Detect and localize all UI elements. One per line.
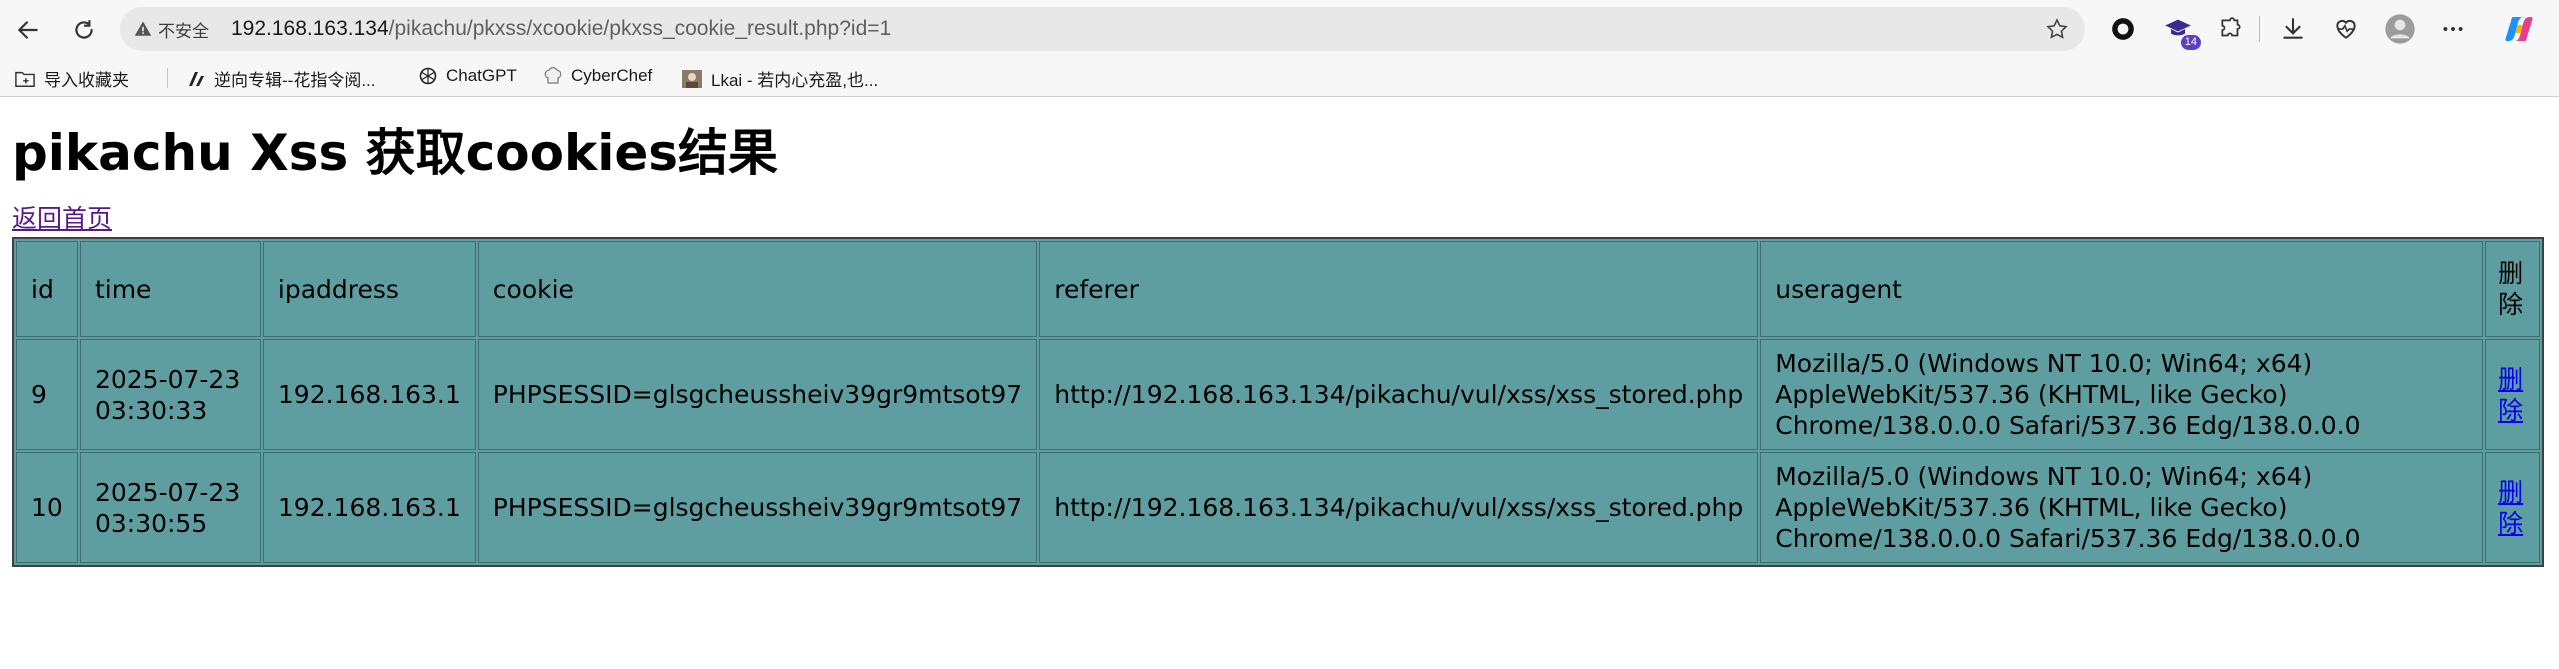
puzzle-icon bbox=[2221, 17, 2241, 37]
folder-import-icon bbox=[14, 69, 36, 89]
site-favicon-icon bbox=[186, 69, 206, 89]
back-button[interactable] bbox=[10, 12, 46, 48]
cell-ipaddress: 192.168.163.1 bbox=[262, 339, 476, 450]
extension-circle-button[interactable] bbox=[2106, 12, 2140, 46]
browser-toolbar: 不安全 192.168.163.134/pikachu/pkxss/xcooki… bbox=[0, 0, 2559, 58]
cell-time: 2025-07-23 03:30:33 bbox=[79, 339, 261, 450]
security-label: 不安全 bbox=[158, 21, 209, 42]
bookmark-label: 导入收藏夹 bbox=[44, 71, 129, 90]
bookmark-reverse-album[interactable]: 逆向专辑--花指令阅... bbox=[186, 66, 376, 91]
header-useragent: useragent bbox=[1760, 241, 2484, 337]
header-cookie: cookie bbox=[477, 241, 1038, 337]
copilot-icon bbox=[2505, 17, 2533, 41]
refresh-button[interactable] bbox=[66, 12, 102, 48]
bookmarks-bar: 导入收藏夹 逆向专辑--花指令阅... ChatGPT CyberChef Lk… bbox=[0, 58, 2559, 97]
more-menu-button[interactable] bbox=[2436, 12, 2470, 46]
cell-useragent: Mozilla/5.0 (Windows NT 10.0; Win64; x64… bbox=[1760, 452, 2484, 563]
cell-useragent: Mozilla/5.0 (Windows NT 10.0; Win64; x64… bbox=[1760, 339, 2484, 450]
cell-referer: http://192.168.163.134/pikachu/vul/xss/x… bbox=[1039, 452, 1759, 563]
table-header-row: id time ipaddress cookie referer userage… bbox=[16, 241, 2540, 337]
home-link[interactable]: 返回首页 bbox=[12, 199, 2559, 235]
cell-cookie: PHPSESSID=glsgcheussheiv39gr9mtsot97 bbox=[477, 339, 1038, 450]
header-delete: 删除 bbox=[2485, 241, 2540, 337]
star-icon bbox=[2046, 18, 2068, 39]
bookmark-import[interactable]: 导入收藏夹 bbox=[14, 66, 129, 91]
cell-delete: 删除 bbox=[2485, 339, 2540, 450]
heart-pulse-icon bbox=[2336, 19, 2356, 39]
chef-hat-icon bbox=[543, 66, 563, 86]
delete-link[interactable]: 删除 bbox=[2498, 478, 2523, 538]
warning-icon bbox=[134, 21, 152, 36]
downloads-button[interactable] bbox=[2276, 12, 2310, 46]
header-ipaddress: ipaddress bbox=[262, 241, 476, 337]
cell-delete: 删除 bbox=[2485, 452, 2540, 563]
bookmark-chatgpt[interactable]: ChatGPT bbox=[418, 66, 517, 86]
extension-graduation-button[interactable]: 14 bbox=[2161, 12, 2201, 50]
url-path: /pikachu/pkxss/xcookie/pkxss_cookie_resu… bbox=[388, 17, 892, 40]
bookmark-label: Lkai - 若内心充盈,也... bbox=[711, 71, 879, 90]
toolbar-divider bbox=[2259, 16, 2260, 42]
extension-badge: 14 bbox=[2180, 35, 2201, 50]
header-time: time bbox=[79, 241, 261, 337]
back-arrow-icon bbox=[17, 21, 38, 39]
page-title: pikachu Xss 获取cookies结果 bbox=[12, 124, 779, 182]
health-button[interactable] bbox=[2329, 12, 2363, 46]
url-text[interactable]: 192.168.163.134/pikachu/pkxss/xcookie/pk… bbox=[231, 17, 891, 41]
chatgpt-icon bbox=[418, 66, 438, 86]
url-host: 192.168.163.134 bbox=[231, 17, 389, 40]
extensions-button[interactable] bbox=[2214, 12, 2248, 46]
header-id: id bbox=[16, 241, 78, 337]
delete-link[interactable]: 删除 bbox=[2498, 365, 2523, 425]
bookmark-lkai[interactable]: Lkai - 若内心充盈,也... bbox=[681, 66, 878, 91]
cell-id: 9 bbox=[16, 339, 78, 450]
refresh-icon bbox=[75, 20, 93, 39]
profile-thumbnail-icon bbox=[681, 69, 703, 89]
bookmark-cyberchef[interactable]: CyberChef bbox=[543, 66, 652, 86]
cell-id: 10 bbox=[16, 452, 78, 563]
table-row: 10 2025-07-23 03:30:55 192.168.163.1 PHP… bbox=[16, 452, 2540, 563]
favorite-button[interactable] bbox=[2045, 17, 2069, 45]
avatar-icon bbox=[2385, 14, 2415, 44]
bookmark-label: CyberChef bbox=[571, 66, 653, 85]
cell-ipaddress: 192.168.163.1 bbox=[262, 452, 476, 563]
cell-cookie: PHPSESSID=glsgcheussheiv39gr9mtsot97 bbox=[477, 452, 1038, 563]
cookies-table: id time ipaddress cookie referer userage… bbox=[12, 237, 2544, 567]
download-icon bbox=[2283, 18, 2303, 39]
copilot-button[interactable] bbox=[2502, 12, 2536, 46]
circle-extension-icon bbox=[2112, 18, 2134, 40]
bookmark-divider bbox=[167, 68, 168, 88]
profile-button[interactable] bbox=[2383, 12, 2417, 46]
bookmark-label: ChatGPT bbox=[446, 66, 517, 85]
address-bar[interactable]: 不安全 192.168.163.134/pikachu/pkxss/xcooki… bbox=[120, 7, 2085, 51]
security-indicator[interactable]: 不安全 bbox=[134, 17, 209, 42]
cell-time: 2025-07-23 03:30:55 bbox=[79, 452, 261, 563]
ellipsis-icon bbox=[2443, 27, 2463, 31]
table-row: 9 2025-07-23 03:30:33 192.168.163.1 PHPS… bbox=[16, 339, 2540, 450]
header-referer: referer bbox=[1039, 241, 1759, 337]
bookmark-label: 逆向专辑--花指令阅... bbox=[214, 71, 376, 90]
cell-referer: http://192.168.163.134/pikachu/vul/xss/x… bbox=[1039, 339, 1759, 450]
page-content: pikachu Xss 获取cookies结果 返回首页 id time ipa… bbox=[0, 101, 2559, 567]
